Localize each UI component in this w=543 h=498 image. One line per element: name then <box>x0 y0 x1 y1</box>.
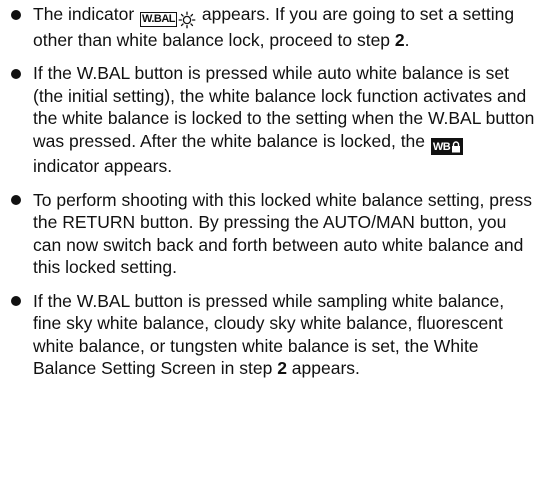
bullet-dot <box>11 9 21 20</box>
step-number: 2 <box>394 29 405 50</box>
bullet-item-return: To perform shooting with this locked whi… <box>10 189 535 279</box>
bullet-list: The indicator W.BAL appears. If you are … <box>10 3 535 380</box>
bullet-dot <box>11 68 21 79</box>
bullet-text: The indicator <box>33 4 135 24</box>
bullet-item-indicator: The indicator W.BAL appears. If you are … <box>10 3 535 51</box>
wb-lock-icon: WB <box>430 138 464 155</box>
lock-indicator-label: WB <box>432 140 451 153</box>
bullet-dot <box>11 195 21 205</box>
sun-icon <box>178 11 196 28</box>
bullet-item-sampling: If the W.BAL button is pressed while sam… <box>10 290 535 380</box>
bullet-text: . <box>404 29 410 50</box>
bullet-text: appears. <box>286 358 360 378</box>
step-number: 2 <box>277 358 287 378</box>
bullet-dot <box>11 296 21 306</box>
bullet-text: indicator appears. <box>33 156 173 176</box>
wbal-indicator-label: W.BAL <box>140 12 177 27</box>
bullet-text: To perform shooting with this locked whi… <box>33 189 533 278</box>
bullet-text: If the W.BAL button is pressed while sam… <box>33 290 505 379</box>
padlock-icon <box>452 140 461 152</box>
page: The indicator W.BAL appears. If you are … <box>0 0 543 498</box>
wbal-sun-icon: W.BAL <box>140 11 196 29</box>
bullet-item-lock: If the W.BAL button is pressed while aut… <box>10 62 535 178</box>
